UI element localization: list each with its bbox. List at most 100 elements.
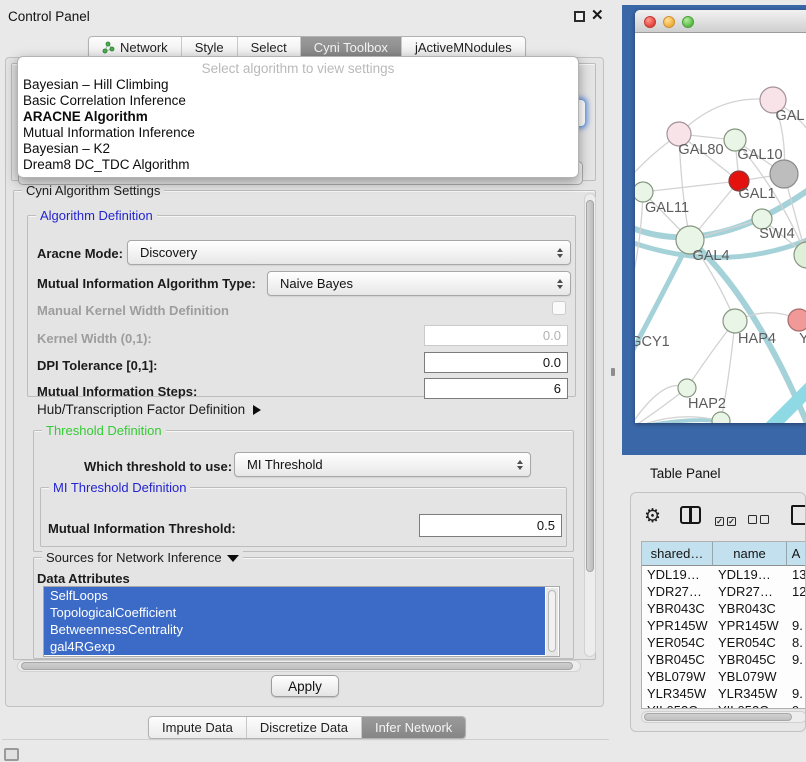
hub-definition-expander[interactable]: Hub/Transcription Factor Definition <box>37 402 261 418</box>
network-window-titlebar[interactable] <box>635 10 806 33</box>
table-row[interactable]: YER054CYER054C8. <box>642 634 806 651</box>
zoom-window-button[interactable] <box>682 16 694 28</box>
table-column-header[interactable]: name <box>713 542 787 566</box>
gear-icon[interactable]: ⚙ <box>644 502 661 530</box>
collapsed-panel-icon[interactable] <box>4 748 19 761</box>
aracne-mode-value: Discovery <box>140 245 197 260</box>
tab-cyni-toolbox[interactable]: Cyni Toolbox <box>301 37 402 58</box>
network-node-gal11[interactable] <box>635 182 653 202</box>
table-row[interactable]: YLR345WYLR345W9. <box>642 685 806 702</box>
dropdown-item[interactable]: Basic Correlation Inference <box>18 93 578 109</box>
node-label: GAL <box>775 108 804 124</box>
table-row[interactable]: YBR045CYBR045C9. <box>642 651 806 668</box>
dropdown-item[interactable]: Dream8 DC_TDC Algorithm <box>18 157 578 173</box>
splitter-handle[interactable] <box>611 368 615 376</box>
attributes-list-scrollbar-thumb[interactable] <box>548 590 556 652</box>
settings-horizontal-scrollbar-thumb[interactable] <box>21 662 573 670</box>
mi-type-combobox[interactable]: Naive Bayes <box>267 271 571 296</box>
tab-infer-network[interactable]: Infer Network <box>362 717 465 738</box>
columns-icon[interactable] <box>680 506 701 524</box>
network-edge[interactable] <box>643 181 739 192</box>
network-node[interactable] <box>770 160 798 188</box>
dropdown-item[interactable]: Bayesian – Hill Climbing <box>18 77 578 93</box>
aracne-mode-combobox[interactable]: Discovery <box>127 240 571 265</box>
network-edge[interactable] <box>679 99 773 134</box>
threshold-definition-title: Threshold Definition <box>42 423 166 438</box>
stepper-icon <box>557 248 563 258</box>
manual-kernel-checkbox[interactable] <box>552 301 566 315</box>
settings-vertical-scrollbar[interactable] <box>584 193 596 657</box>
network-edge[interactable] <box>769 387 806 423</box>
dpi-tolerance-field[interactable]: 0.0 <box>424 352 568 373</box>
table-cell: YBR043C <box>642 600 713 617</box>
mi-threshold-label: Mutual Information Threshold: <box>48 521 236 537</box>
sources-title-text: Sources for Network Inference <box>46 550 222 565</box>
network-node[interactable] <box>712 412 730 423</box>
dropdown-item[interactable]: Mutual Information Inference <box>18 125 578 141</box>
dpi-tolerance-label: DPI Tolerance [0,1]: <box>37 358 157 374</box>
network-node-y[interactable] <box>788 309 806 331</box>
table-column-header[interactable]: A <box>787 542 806 566</box>
tab-label: Network <box>120 40 168 55</box>
table-header-row: shared…nameA <box>642 542 806 566</box>
network-edge[interactable] <box>635 192 643 323</box>
select-all-columns-icon[interactable]: ✓✓ <box>715 511 739 529</box>
tab-style[interactable]: Style <box>182 37 238 58</box>
tab-discretize-data[interactable]: Discretize Data <box>247 717 362 738</box>
network-node-hap4[interactable] <box>723 309 747 333</box>
table-row[interactable]: YDR27…YDR27…12 <box>642 583 806 600</box>
network-canvas[interactable]: GALGAL80GAL10GAL1GAL11SWI4GAL4GCY1HAP4YH… <box>635 33 806 423</box>
close-icon[interactable]: ✕ <box>591 6 604 24</box>
table-cell: YDR27… <box>713 583 787 600</box>
mi-threshold-field[interactable]: 0.5 <box>419 514 562 537</box>
attribute-list-item[interactable]: BetweennessCentrality <box>44 621 545 638</box>
apply-button[interactable]: Apply <box>271 675 339 697</box>
close-window-button[interactable] <box>644 16 656 28</box>
sources-group-title[interactable]: Sources for Network Inference <box>42 550 243 565</box>
table-cell: 9. <box>787 685 806 702</box>
settings-horizontal-scrollbar[interactable] <box>17 660 581 672</box>
tab-label: Impute Data <box>162 720 233 735</box>
table-cell: 9. <box>787 651 806 668</box>
collapse-down-icon <box>227 555 239 562</box>
attribute-list-item[interactable]: SelfLoops <box>44 587 545 604</box>
dropdown-item[interactable]: ARACNE Algorithm <box>18 109 578 125</box>
table-horizontal-scrollbar[interactable] <box>641 711 806 723</box>
kernel-width-field[interactable]: 0.0 <box>424 325 568 346</box>
table-cell: YBR045C <box>642 651 713 668</box>
table-row[interactable]: YIL052CYIL052C9 <box>642 702 806 709</box>
table-row[interactable]: YPR145WYPR145W9. <box>642 617 806 634</box>
float-window-icon[interactable] <box>574 11 585 22</box>
attribute-list-item[interactable]: gal4RGexp <box>44 638 545 655</box>
mi-steps-field[interactable]: 6 <box>424 378 568 399</box>
deselect-all-columns-icon[interactable] <box>748 511 772 529</box>
which-threshold-label: Which threshold to use: <box>84 459 232 475</box>
table-row[interactable]: YDL19…YDL19…13 <box>642 566 806 583</box>
stepper-icon <box>557 279 563 289</box>
dropdown-item[interactable]: Bayesian – K2 <box>18 141 578 157</box>
tab-network[interactable]: Network <box>89 37 182 58</box>
tab-impute-data[interactable]: Impute Data <box>149 717 247 738</box>
table-row[interactable]: YBR043CYBR043C <box>642 600 806 617</box>
panel-divider <box>2 739 609 740</box>
mi-steps-label: Mutual Information Steps: <box>37 384 197 400</box>
which-threshold-combobox[interactable]: MI Threshold <box>234 452 531 477</box>
settings-vertical-scrollbar-thumb[interactable] <box>586 200 594 572</box>
attributes-list-scrollbar[interactable] <box>546 588 558 656</box>
network-node-hap2[interactable] <box>678 379 696 397</box>
data-attributes-list: SelfLoopsTopologicalCoefficientBetweenne… <box>43 586 560 657</box>
table-horizontal-scrollbar-thumb[interactable] <box>644 713 792 721</box>
attribute-list-item[interactable]: TopologicalCoefficient <box>44 604 545 621</box>
network-window[interactable]: GALGAL80GAL10GAL1GAL11SWI4GAL4GCY1HAP4YH… <box>635 10 806 423</box>
data-attributes-label: Data Attributes <box>37 571 130 587</box>
minimize-window-button[interactable] <box>663 16 675 28</box>
table-row[interactable]: YBL079WYBL079W <box>642 668 806 685</box>
tab-select[interactable]: Select <box>238 37 301 58</box>
node-label: Y <box>799 331 806 347</box>
table-cell: YLR345W <box>713 685 787 702</box>
export-table-icon[interactable] <box>791 505 806 525</box>
table-cell: YER054C <box>642 634 713 651</box>
tab-jactivemnodules[interactable]: jActiveMNodules <box>402 37 525 58</box>
table-column-header[interactable]: shared… <box>642 542 713 566</box>
hub-definition-label: Hub/Transcription Factor Definition <box>37 402 245 418</box>
